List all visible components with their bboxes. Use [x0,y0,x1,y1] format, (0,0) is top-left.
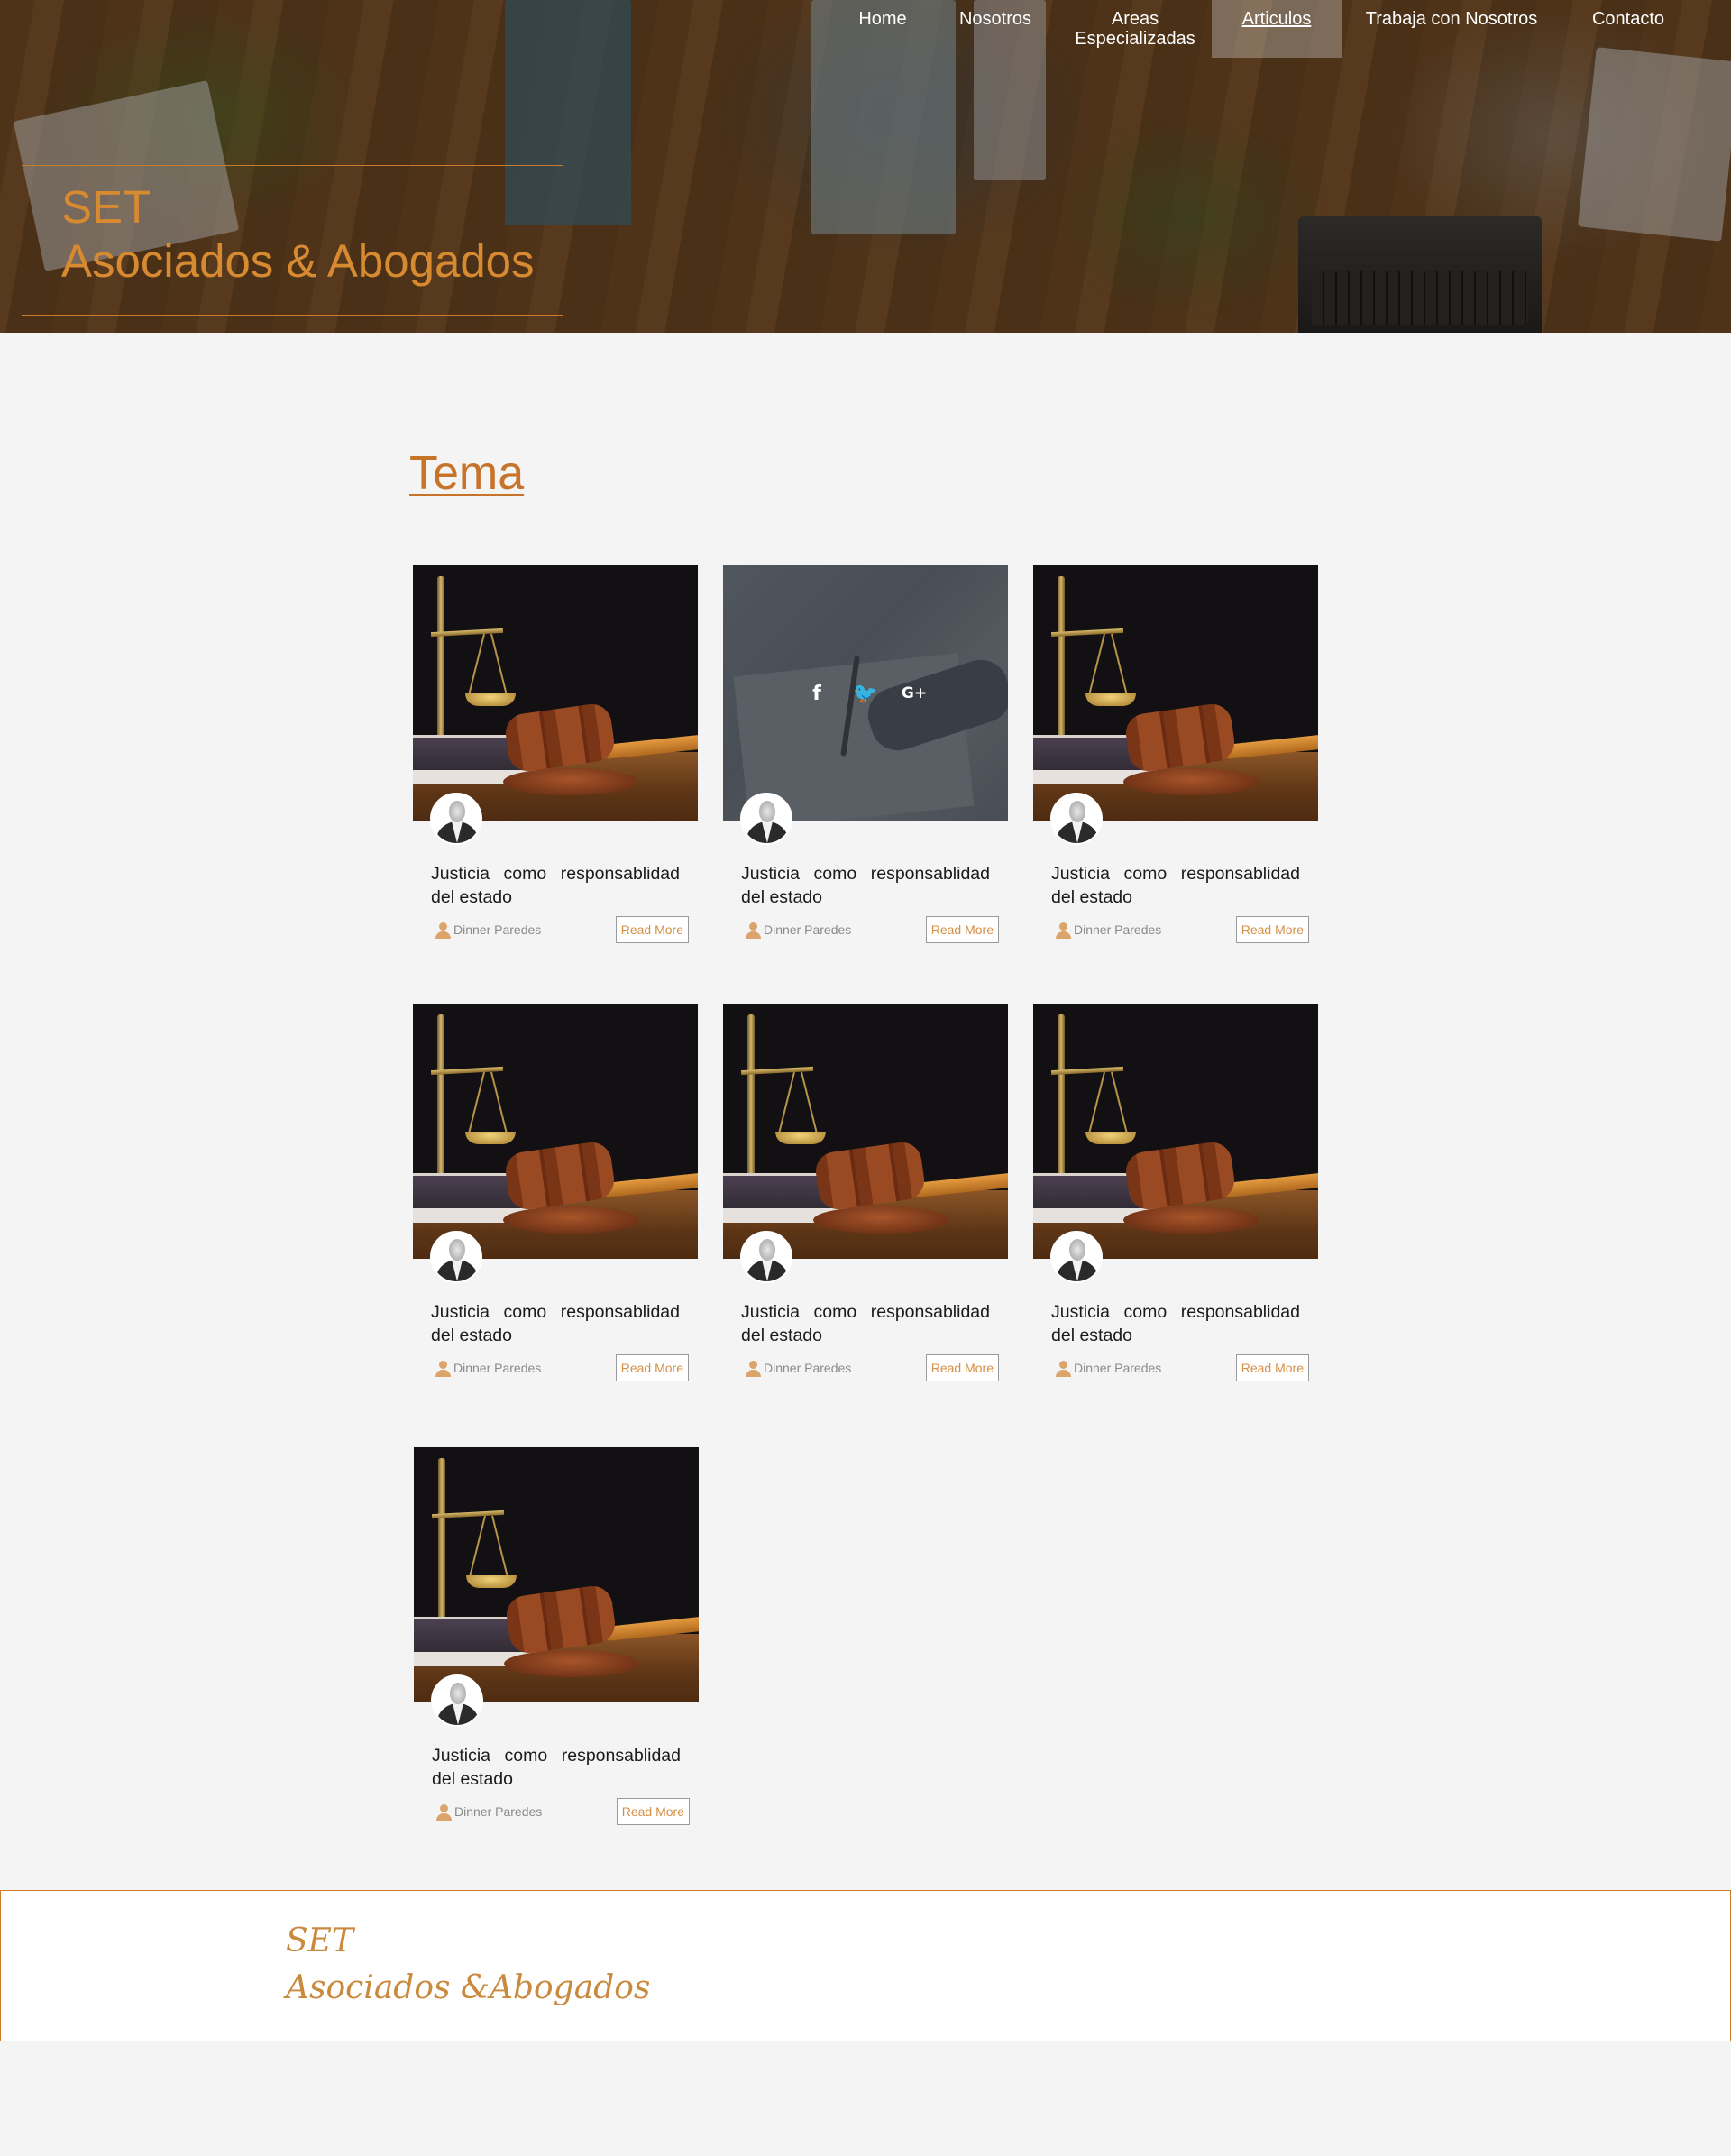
article-image-frame[interactable] [1033,565,1318,821]
read-more-button[interactable]: Read More [1235,916,1309,943]
article-image-frame[interactable] [414,1447,699,1702]
nav-areas-especializadas[interactable]: Areas Especializadas [1058,0,1212,58]
article-card[interactable]: Justicia como responsablidad del estado … [723,1004,1008,1381]
article-card[interactable]: Justicia como responsablidad del estado … [414,1447,699,1825]
author-avatar [740,793,792,845]
author-name: Dinner Paredes [454,1804,543,1819]
user-icon [746,1360,761,1377]
user-icon [1056,1360,1071,1377]
article-image-frame[interactable] [413,1004,698,1259]
article-meta: Dinner Paredes Read More [436,1798,690,1825]
footer-logo-line1: SET [286,1922,353,1959]
article-meta: Dinner Paredes Read More [435,916,689,943]
read-more-button[interactable]: Read More [616,1798,690,1825]
article-title[interactable]: Justicia como responsablidad del estado [741,1300,990,1347]
read-more-button[interactable]: Read More [1235,1354,1309,1381]
read-more-button[interactable]: Read More [925,1354,999,1381]
author-avatar [1050,793,1103,845]
article-card[interactable]: f 🐦 G+ Justicia como responsablidad del … [723,565,1008,943]
read-more-button[interactable]: Read More [615,916,689,943]
author-name: Dinner Paredes [764,922,852,937]
article-title[interactable]: Justicia como responsablidad del estado [431,862,680,909]
article-meta: Dinner Paredes Read More [746,916,999,943]
hero-brand: SET Asociados & Abogados [22,165,563,316]
author-name: Dinner Paredes [453,1361,542,1375]
article-card[interactable]: Justicia como responsablidad del estado … [1033,1004,1318,1381]
nav-contacto[interactable]: Contacto [1562,0,1695,58]
author-avatar [431,1674,483,1727]
author-name: Dinner Paredes [1074,922,1162,937]
article-author: Dinner Paredes [1056,922,1162,939]
article-title[interactable]: Justicia como responsablidad del estado [741,862,990,909]
section-title[interactable]: Tema [409,446,524,500]
article-image-frame[interactable] [1033,1004,1318,1259]
article-card[interactable]: Justicia como responsablidad del estado … [413,565,698,943]
author-name: Dinner Paredes [453,922,542,937]
article-image-frame[interactable]: f 🐦 G+ [723,565,1008,821]
user-icon [1056,922,1071,939]
article-author: Dinner Paredes [435,1360,542,1377]
brand-line-set: SET [61,181,151,233]
article-author: Dinner Paredes [746,922,852,939]
article-author: Dinner Paredes [1056,1360,1162,1377]
article-meta: Dinner Paredes Read More [746,1354,999,1381]
brand-line-asociados: Asociados & Abogados [61,235,535,287]
article-title[interactable]: Justicia como responsablidad del estado [1051,862,1300,909]
article-card[interactable]: Justicia como responsablidad del estado … [1033,565,1318,943]
social-share: f 🐦 G+ [723,677,1008,710]
author-avatar [740,1231,792,1283]
nav-articulos[interactable]: Articulos [1212,0,1342,58]
article-title[interactable]: Justicia como responsablidad del estado [1051,1300,1300,1347]
author-name: Dinner Paredes [764,1361,852,1375]
article-card[interactable]: Justicia como responsablidad del estado … [413,1004,698,1381]
nav-trabaja-con-nosotros[interactable]: Trabaja con Nosotros [1342,0,1562,58]
article-image: f 🐦 G+ [723,565,1008,821]
footer: SET Asociados &Abogados [0,1890,1731,2041]
google-plus-icon[interactable]: G+ [898,677,930,710]
facebook-icon[interactable]: f [801,677,833,710]
author-avatar [1050,1231,1103,1283]
article-title[interactable]: Justicia como responsablidad del estado [432,1744,681,1791]
author-avatar [430,793,482,845]
article-title[interactable]: Justicia como responsablidad del estado [431,1300,680,1347]
footer-logo: SET Asociados &Abogados [286,1918,650,2012]
author-avatar [430,1231,482,1283]
article-image-frame[interactable] [723,1004,1008,1259]
article-image-frame[interactable] [413,565,698,821]
user-icon [746,922,761,939]
user-icon [435,922,451,939]
nav-nosotros[interactable]: Nosotros [932,0,1058,58]
nav-home[interactable]: Home [833,0,932,58]
article-author: Dinner Paredes [435,922,542,939]
author-name: Dinner Paredes [1074,1361,1162,1375]
article-author: Dinner Paredes [746,1360,852,1377]
user-icon [436,1803,452,1821]
read-more-button[interactable]: Read More [925,916,999,943]
article-meta: Dinner Paredes Read More [435,1354,689,1381]
article-author: Dinner Paredes [436,1803,543,1821]
article-meta: Dinner Paredes Read More [1056,916,1309,943]
main-nav: Home Nosotros Areas Especializadas Artic… [833,0,1731,58]
twitter-icon[interactable]: 🐦 [849,677,882,710]
hero-banner: Home Nosotros Areas Especializadas Artic… [0,0,1731,333]
footer-logo-line2: Asociados &Abogados [286,1969,651,2006]
user-icon [435,1360,451,1377]
read-more-button[interactable]: Read More [615,1354,689,1381]
article-meta: Dinner Paredes Read More [1056,1354,1309,1381]
